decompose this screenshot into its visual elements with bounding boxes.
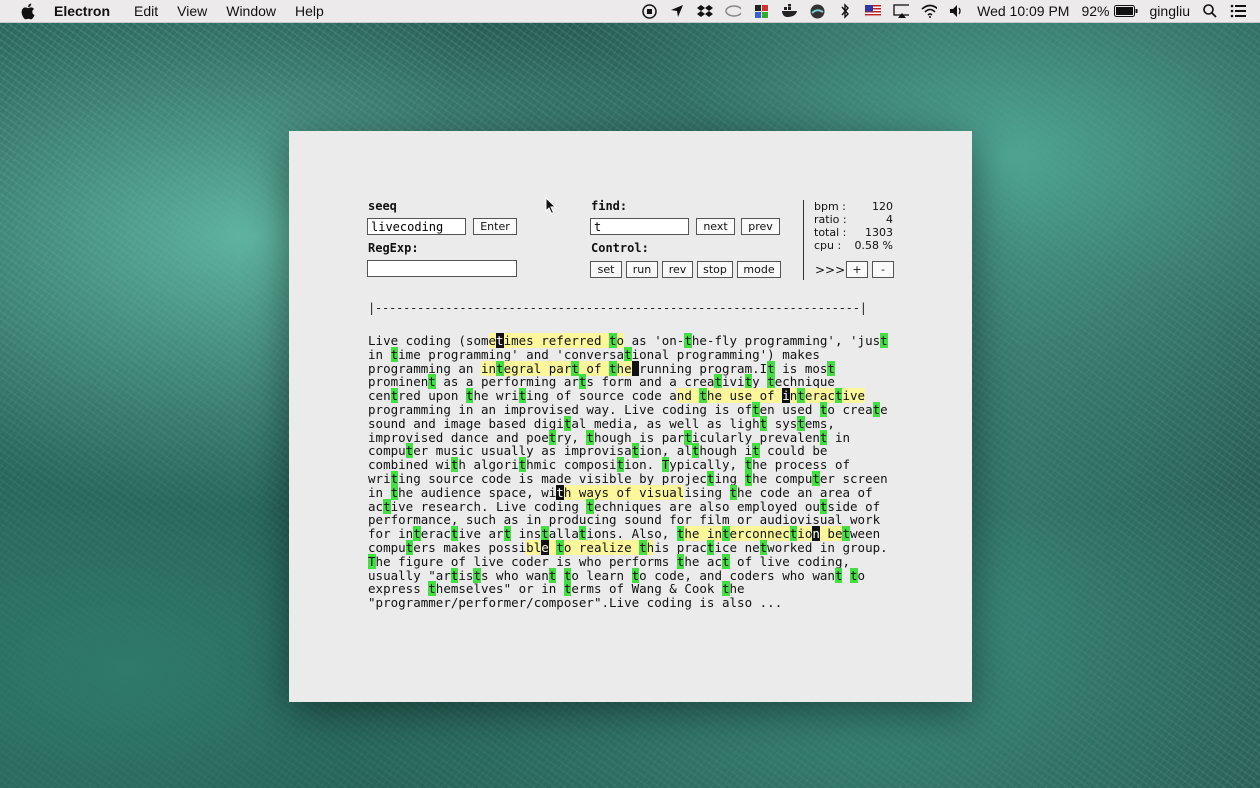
text-line: improvised dance and poetry, though is p… [368,429,850,445]
vertical-separator [803,200,804,280]
regexp-label: RegExp: [368,241,419,255]
total-value: 1303 [865,226,893,239]
speed-plus-button[interactable]: + [846,261,868,278]
progress-bar: |---------------------------------------… [368,301,867,315]
next-button[interactable]: next [696,218,735,235]
text-line: in time programming' and 'conversational… [368,346,820,362]
creative-cloud-icon[interactable] [725,3,742,19]
regexp-input[interactable] [367,260,517,277]
text-line: "programmer/performer/composer".Live cod… [368,595,783,611]
menu-edit[interactable]: Edit [134,3,158,19]
app-window: seeq Enter RegExp: find: next prev Contr… [289,131,972,702]
text-line: active research. Live coding techniques … [368,498,881,514]
cpu-label: cpu : [814,239,842,252]
set-button[interactable]: set [590,261,622,278]
menu-view[interactable]: View [177,3,207,19]
battery-percent[interactable]: 92% [1081,3,1109,19]
airplay-icon[interactable] [893,3,910,19]
rev-button[interactable]: rev [662,261,693,278]
input-source-flag-icon[interactable] [865,3,882,19]
find-label: find: [591,199,628,213]
record-icon[interactable] [641,3,657,19]
app-name-menu[interactable]: Electron [54,3,110,19]
seeq-label: seeq [368,199,397,213]
text-line: programming in an improvised way. Live c… [368,401,888,417]
user-name[interactable]: gingliu [1150,3,1190,19]
apple-icon[interactable] [20,2,38,20]
menu-window[interactable]: Window [226,3,276,19]
text-line: Live coding (sometimes referred to as 'o… [368,333,888,348]
mouse-cursor-icon [545,196,557,215]
text-line: centred upon the writing of source code … [368,388,866,404]
docker-icon[interactable] [781,3,798,19]
bpm-value: 120 [872,200,893,213]
enter-button[interactable]: Enter [473,218,517,235]
menu-bar: Electron Edit View Window Help Wed 10:09… [0,0,1260,23]
bpm-label: bpm : [814,200,846,213]
speed-minus-button[interactable]: - [872,261,894,278]
speed-prompt: >>> [815,263,846,277]
text-line: sound and image based digital media, as … [368,415,835,431]
clock[interactable]: Wed 10:09 PM [977,3,1069,19]
text-line: prominent as a performing arts form and … [368,374,835,390]
text-line: for interactive art installations. Also,… [368,526,881,542]
text-line: computers makes possible to realize this… [368,539,888,555]
cpu-value: 0.58 % [854,239,893,252]
app-grid-icon[interactable] [753,3,769,19]
text-line: writing source code is made visible by p… [368,470,888,486]
run-button[interactable]: run [626,261,658,278]
text-line: programming an integral part of the runn… [368,360,835,376]
prev-button[interactable]: prev [741,218,780,235]
live-text-area: Live coding (sometimes referred to as 'o… [368,333,908,611]
volume-icon[interactable] [949,3,965,19]
ratio-label: ratio : [814,213,847,226]
find-input[interactable] [590,218,689,235]
text-line: in the audience space, with ways of visu… [368,484,873,500]
spotlight-search-icon[interactable] [1202,3,1218,19]
text-line: express themselves" or in terms of Wang … [368,581,745,597]
text-line: computer music usually as improvisation,… [368,443,828,459]
location-icon[interactable] [669,3,685,19]
battery-icon[interactable] [1113,3,1138,19]
vpn-globe-icon[interactable] [809,3,825,19]
seeq-input[interactable] [367,218,466,235]
ratio-value: 4 [886,213,893,226]
menu-help[interactable]: Help [295,3,324,19]
mode-button[interactable]: mode [737,261,781,278]
dropbox-icon[interactable] [697,3,714,19]
text-line: usually "artists who want to learn to co… [368,567,866,583]
text-line: performance, such as in producing sound … [368,512,881,528]
wifi-icon[interactable] [921,3,938,19]
notification-center-icon[interactable] [1230,3,1246,19]
text-line: combined with algorithmic composition. T… [368,457,850,473]
stop-button[interactable]: stop [697,261,733,278]
text-line: The figure of live coder is who performs… [368,553,850,569]
bluetooth-icon[interactable] [837,3,853,19]
total-label: total : [814,226,847,239]
control-label: Control: [591,241,649,255]
